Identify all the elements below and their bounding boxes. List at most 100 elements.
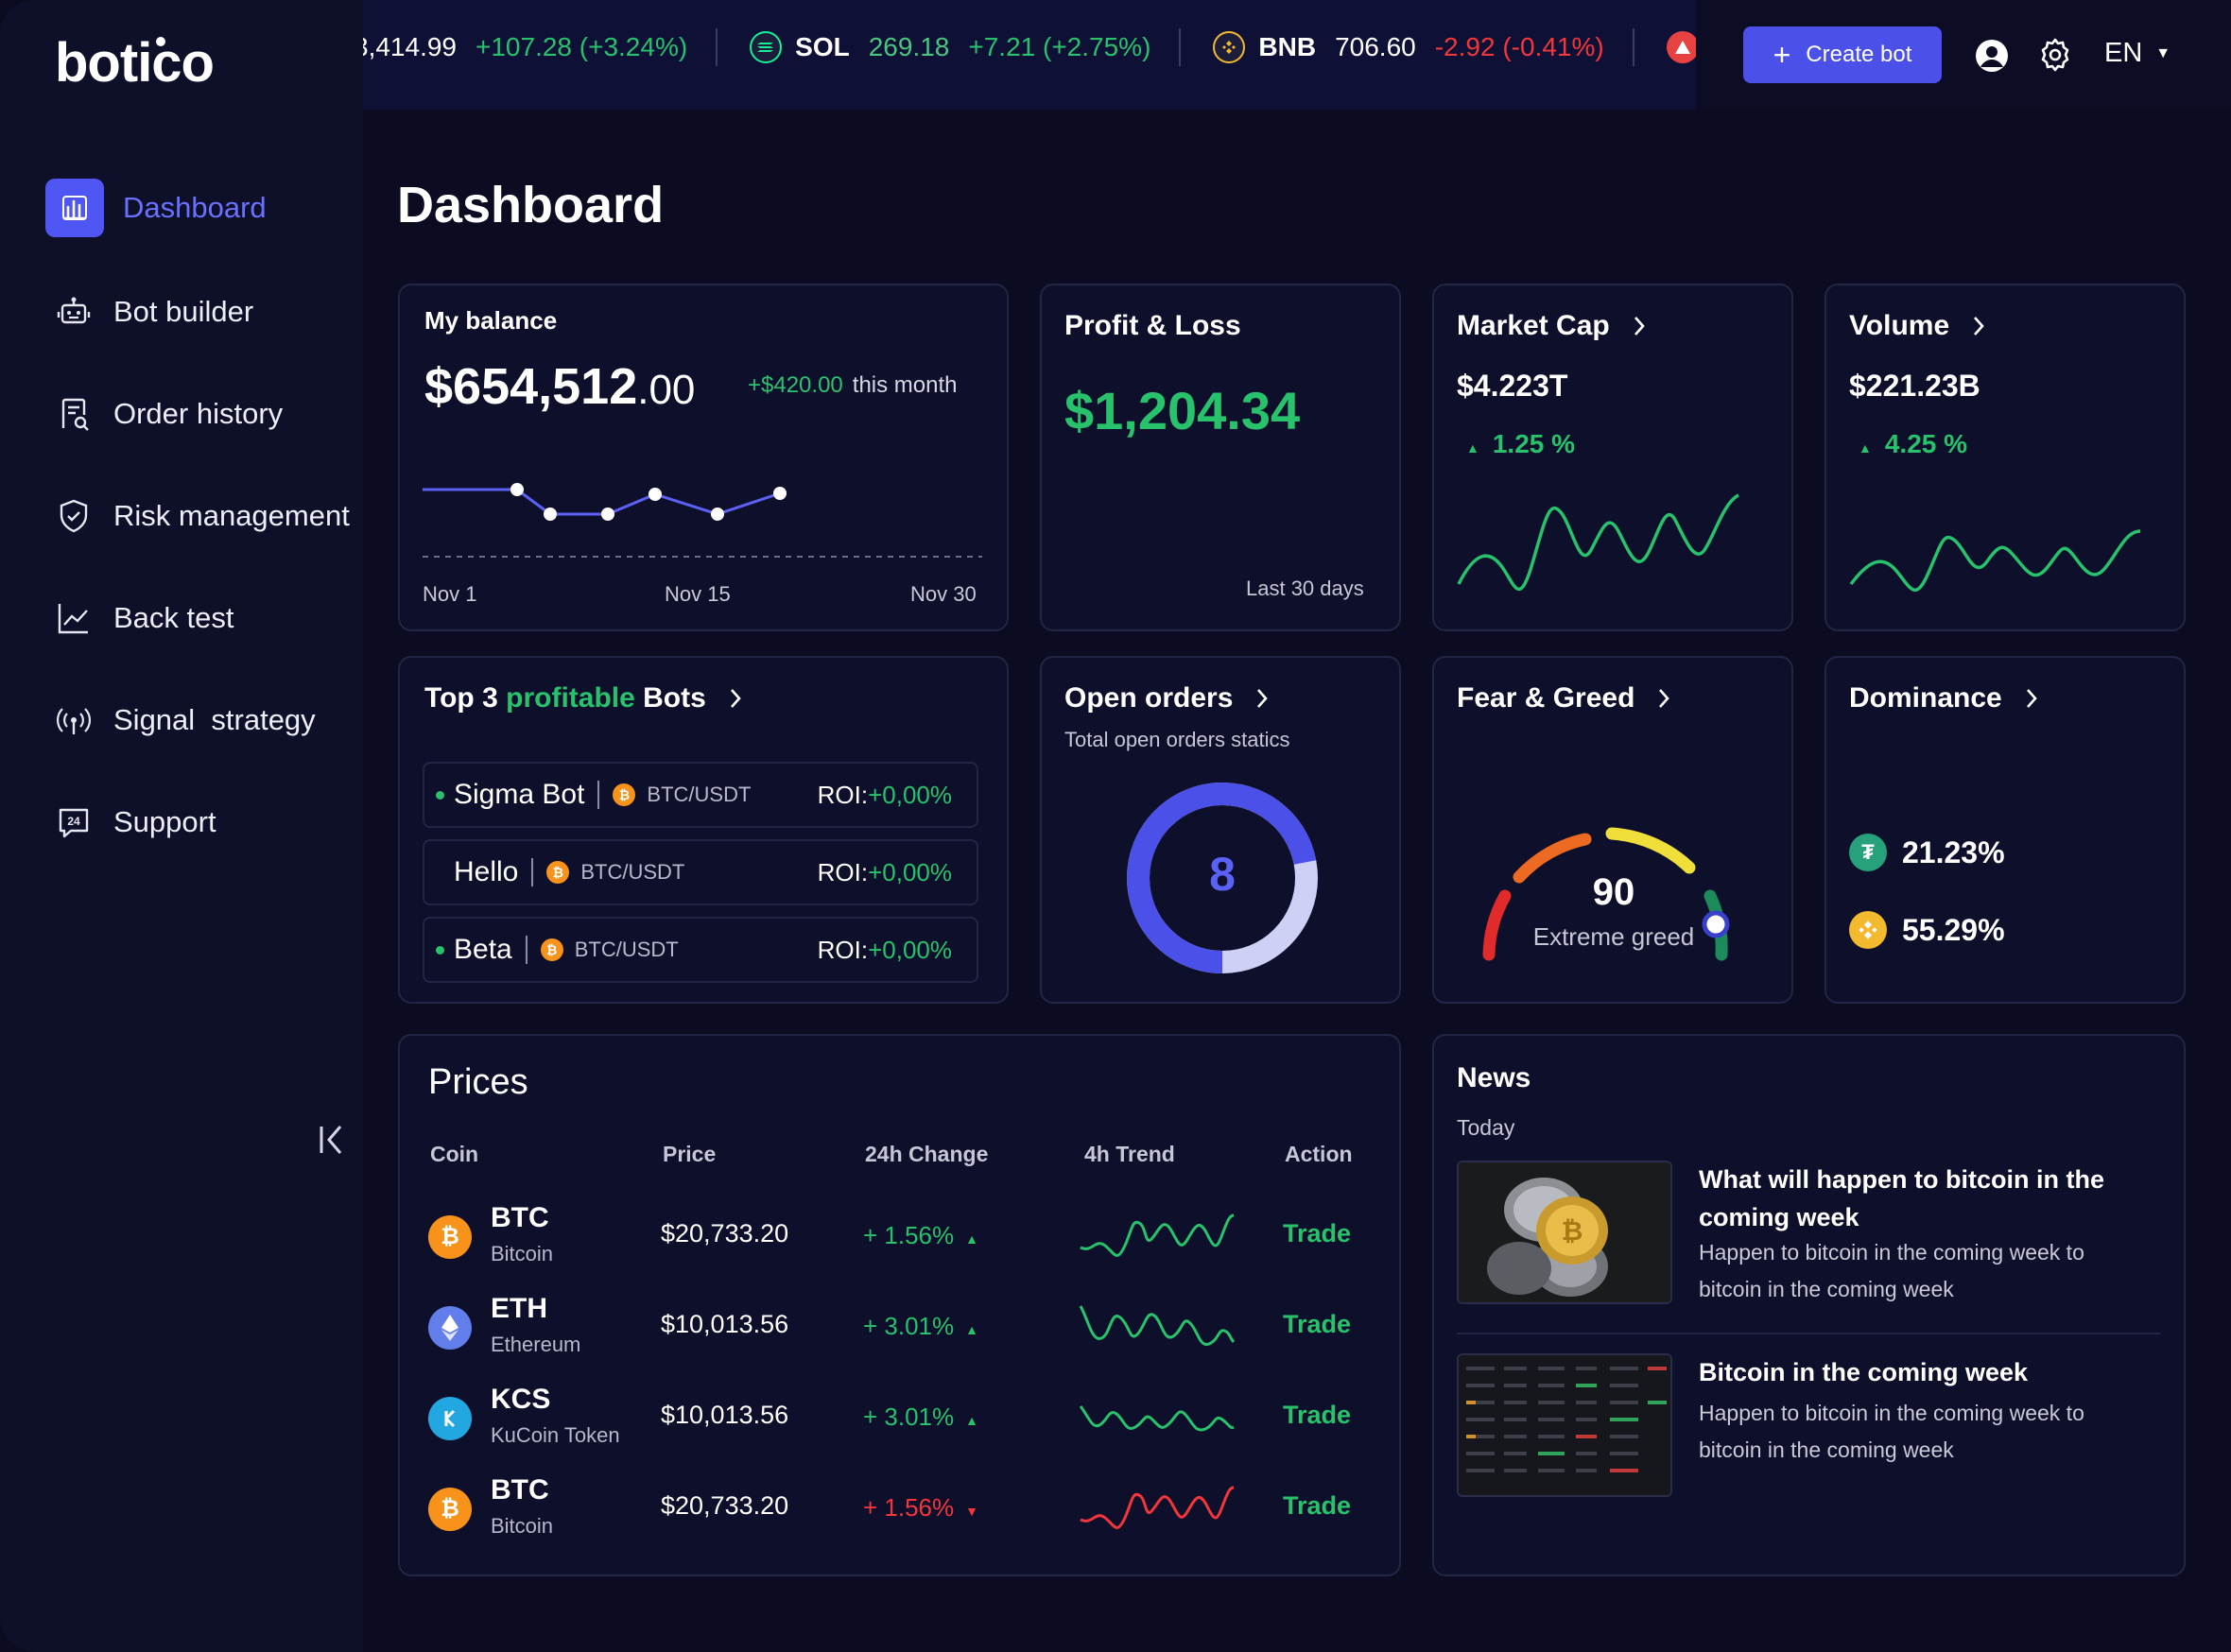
bot-row[interactable]: Sigma Bot ₿ BTC/USDT ROI:+0,00% xyxy=(423,762,978,828)
profit-loss-amount: $1,204.34 xyxy=(1064,381,1301,440)
collapse-left-icon[interactable] xyxy=(316,1121,350,1159)
chevron-right-icon xyxy=(1974,317,1984,336)
top-bar: 3,414.99 +107.28 (+3.24%) SOL 269.18 +7.… xyxy=(363,0,2231,110)
create-bot-button[interactable]: + Create bot xyxy=(1743,26,1942,83)
trade-button[interactable]: Trade xyxy=(1283,1310,1351,1339)
sidebar-item-risk-management[interactable]: Risk management xyxy=(45,488,357,544)
sidebar-item-signal-strategy[interactable]: Signal strategy xyxy=(45,692,357,749)
sidebar-item-support[interactable]: 24 Support xyxy=(45,794,357,851)
ticker-price: 269.18 xyxy=(868,32,950,61)
news-headline: What will happen to bitcoin in the comin… xyxy=(1699,1165,2104,1231)
avax-coin-icon xyxy=(1666,31,1696,63)
news-item[interactable]: Bitcoin in the coming week Happen to bit… xyxy=(1457,1353,2160,1505)
fear-greed-title: Fear & Greed xyxy=(1457,682,1670,714)
balance-change-value: +$420.00 xyxy=(748,372,843,398)
news-headline: Bitcoin in the coming week xyxy=(1699,1358,2029,1386)
prices-title: Prices xyxy=(428,1062,528,1102)
balance-change-period: this month xyxy=(852,372,958,398)
sidebar-item-dashboard[interactable]: Dashboard xyxy=(45,179,357,237)
x-axis-label: Nov 15 xyxy=(665,582,731,606)
market-cap-change: ▲ 1.25 % xyxy=(1466,429,1576,458)
open-orders-title: Open orders xyxy=(1064,682,1269,714)
coin-price: $10,013.56 xyxy=(661,1401,789,1429)
ticker-item-sol[interactable]: SOL 269.18 +7.21 (+2.75%) xyxy=(750,28,1182,66)
ticker-item-bnb[interactable]: BNB 706.60 -2.92 (-0.41%) xyxy=(1213,28,1634,66)
ticker-divider xyxy=(716,28,718,66)
caret-up-icon: ▲ xyxy=(1466,440,1479,456)
balance-card: My balance $654,512.00 +$420.00 this mont… xyxy=(398,284,1009,631)
coin-symbol: ETH xyxy=(491,1293,547,1324)
ticker-item-avax[interactable] xyxy=(1666,31,1696,63)
bot-name: Sigma Bot xyxy=(454,779,585,810)
bot-name: Hello xyxy=(454,856,519,887)
top-bots-title[interactable]: Top 3 profitable Bots xyxy=(424,682,742,714)
active-status-dot xyxy=(436,945,444,955)
sidebar-item-bot-builder[interactable]: Bot builder xyxy=(45,284,357,340)
table-row: ₿ BTC Bitcoin $20,733.20 + 1.56% ▲ Trade xyxy=(400,1191,1398,1282)
column-header: 4h Trend xyxy=(1084,1142,1175,1166)
caret-up-icon: ▲ xyxy=(965,1413,978,1428)
bot-row[interactable]: Hello ₿ BTC/USDT ROI:+0,00% xyxy=(423,839,978,905)
bot-pair: BTC/USDT xyxy=(647,783,752,806)
caret-down-icon: ▼ xyxy=(965,1504,978,1519)
balance-amount-main: $654,512 xyxy=(424,358,638,415)
ticker-symbol: SOL xyxy=(795,32,850,61)
ticker-change: +107.28 (+3.24%) xyxy=(476,32,688,61)
sol-coin-icon xyxy=(750,31,783,63)
divider xyxy=(531,858,534,886)
ticker-divider xyxy=(1179,28,1182,66)
dominance-card[interactable]: Dominance ₮ 21.23% 55.29% xyxy=(1825,656,2186,1004)
bitcoin-icon: ₿ xyxy=(546,861,570,884)
column-header: Price xyxy=(663,1142,717,1166)
ticker-price: 706.60 xyxy=(1335,32,1416,61)
news-thumbnail-coins: ₿ xyxy=(1457,1161,1672,1304)
ticker-price: 3,414.99 xyxy=(363,32,457,61)
dominance-value: 21.23% xyxy=(1902,835,2005,869)
fear-greed-value: 90 xyxy=(1592,871,1635,913)
chevron-right-icon xyxy=(1257,689,1269,708)
x-axis-label: Nov 1 xyxy=(423,582,477,606)
svg-text:₿: ₿ xyxy=(1562,1215,1583,1247)
trade-button[interactable]: Trade xyxy=(1283,1401,1351,1430)
coin-name: Bitcoin xyxy=(491,1514,554,1538)
ethereum-icon xyxy=(428,1306,472,1350)
trade-button[interactable]: Trade xyxy=(1283,1219,1351,1248)
top-bots-card: Top 3 profitable Bots Sigma Bot ₿ BTC/US… xyxy=(398,656,1009,1004)
volume-value: $221.23B xyxy=(1849,369,1980,403)
trend-line-icon xyxy=(53,597,95,639)
news-card: News Today ₿ What will happen to bitcoin… xyxy=(1432,1034,2186,1576)
open-orders-subtitle: Total open orders statics xyxy=(1064,728,1290,751)
svg-text:24: 24 xyxy=(67,815,80,828)
trade-button[interactable]: Trade xyxy=(1283,1491,1351,1521)
caret-down-icon: ▼ xyxy=(2155,44,2171,61)
bot-roi: ROI:+0,00% xyxy=(817,857,952,886)
sidebar-item-back-test[interactable]: Back test xyxy=(45,590,357,646)
bar-chart-icon xyxy=(45,179,104,237)
sidebar-item-label: Bot builder xyxy=(113,295,254,328)
chevron-right-icon xyxy=(730,689,741,708)
bot-roi: ROI:+0,00% xyxy=(817,780,952,809)
open-orders-card[interactable]: Open orders Total open orders statics 8 xyxy=(1040,656,1401,1004)
sidebar-item-order-history[interactable]: Order history xyxy=(45,386,357,442)
bnb-icon xyxy=(1849,911,1887,949)
ticker-item-eth[interactable]: 3,414.99 +107.28 (+3.24%) xyxy=(363,28,718,66)
tether-icon: ₮ xyxy=(1849,834,1887,871)
news-item[interactable]: ₿ What will happen to bitcoin in the com… xyxy=(1457,1161,2160,1312)
user-account-icon[interactable] xyxy=(1974,38,2010,74)
market-cap-card[interactable]: Market Cap $4.223T ▲ 1.25 % xyxy=(1432,284,1793,631)
volume-card[interactable]: Volume $221.23B ▲ 4.25 % xyxy=(1825,284,2186,631)
dominance-row: ₮ 21.23% xyxy=(1849,834,2005,871)
trend-sparkline xyxy=(1079,1405,1235,1432)
botico-logo[interactable]: botico xyxy=(55,34,282,91)
settings-gear-icon[interactable] xyxy=(2036,36,2074,74)
fear-greed-card[interactable]: Fear & Greed 90 Extreme greed xyxy=(1432,656,1793,1004)
caret-up-icon: ▲ xyxy=(965,1322,978,1337)
column-header: 24h Change xyxy=(865,1142,989,1166)
trend-sparkline xyxy=(1079,1305,1236,1347)
shield-check-icon xyxy=(53,495,95,537)
bot-pair: BTC/USDT xyxy=(574,938,679,961)
coin-change: + 1.56% ▼ xyxy=(863,1493,978,1522)
language-selector[interactable]: EN ▼ xyxy=(2104,38,2170,69)
dominance-row: 55.29% xyxy=(1849,911,2005,949)
bot-row[interactable]: Beta ₿ BTC/USDT ROI:+0,00% xyxy=(423,917,978,983)
